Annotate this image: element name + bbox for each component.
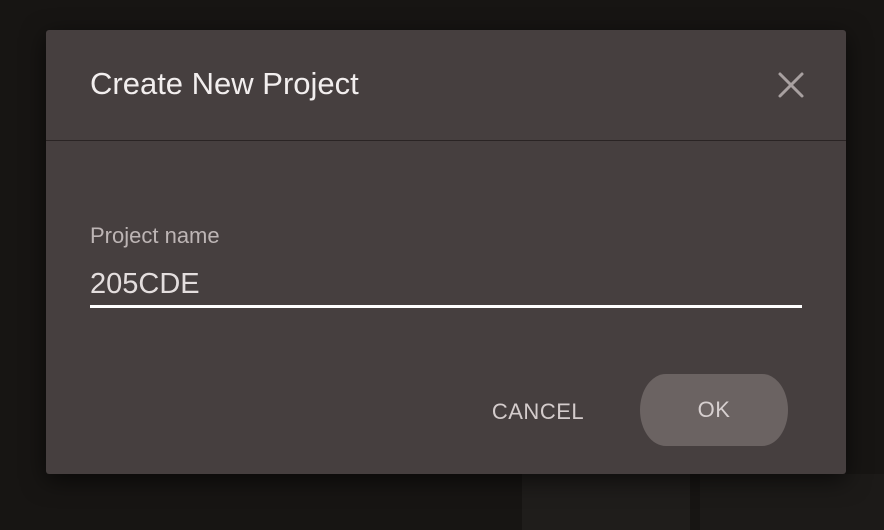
project-name-label: Project name — [90, 223, 220, 248]
close-button[interactable] — [774, 68, 808, 102]
background-panel — [522, 474, 690, 530]
dialog-title: Create New Project — [90, 66, 359, 101]
cancel-button[interactable]: CANCEL — [476, 388, 600, 436]
ok-button[interactable]: OK — [640, 374, 788, 446]
close-icon — [778, 72, 804, 98]
project-name-input[interactable] — [90, 264, 802, 308]
dialog-header: Create New Project — [46, 30, 846, 141]
background-panel — [700, 474, 884, 530]
create-project-dialog: Create New Project Project name CANCEL O… — [46, 30, 846, 474]
